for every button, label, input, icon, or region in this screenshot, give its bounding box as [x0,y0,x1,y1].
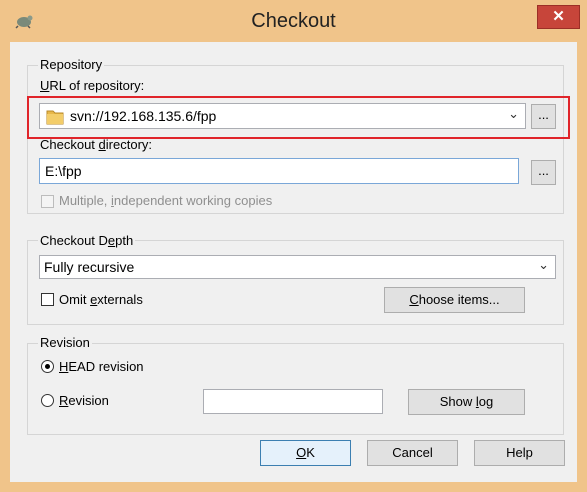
checkout-dir-label-pre: Checkout [40,137,99,152]
multiple-working-copies-checkbox[interactable] [41,195,54,208]
omit-label-pre: Omit [59,292,91,307]
depth-title-pre: Checkout D [40,233,108,248]
rev-label-post: evision [68,393,109,408]
omit-externals-checkbox[interactable] [41,293,54,306]
checkout-directory-value: E:\fpp [45,163,82,179]
head-label-post: EAD revision [68,359,144,374]
revision-group-title: Revision [38,335,92,350]
show-log-button[interactable]: Show log [408,389,525,415]
head-revision-radio[interactable] [41,360,54,373]
ok-button[interactable]: OK [260,440,351,466]
url-label: URL of repository: [40,78,144,93]
help-button[interactable]: Help [474,440,565,466]
checkout-dir-label-post: irectory: [105,137,153,152]
repository-group-title: Repository [38,57,105,72]
close-button[interactable]: ✕ [537,5,580,29]
ok-label-post: K [306,445,315,460]
depth-combobox[interactable]: Fully recursive ⌄ [39,255,556,279]
head-label-accel: H [59,359,69,374]
chevron-down-icon[interactable]: ⌄ [538,257,549,273]
close-icon: ✕ [552,8,565,25]
revision-label: Revision [59,393,109,408]
omit-label-post: xternals [97,292,143,307]
cancel-button[interactable]: Cancel [367,440,458,466]
url-label-rest: RL of repository: [49,78,145,93]
rev-label-accel: R [59,393,69,408]
showlog-label-post: og [478,394,494,409]
checkout-dir-label-accel: d [98,137,106,152]
multiple-label-pre: Multiple, [59,193,112,208]
checkout-directory-label: Checkout directory: [40,137,152,152]
revision-radio[interactable] [41,394,54,407]
multiple-label-post: ndependent working copies [113,193,273,208]
checkout-dialog: Checkout ✕ Repository URL of repository:… [0,0,587,492]
url-highlight-box [27,96,570,139]
omit-externals-label: Omit externals [59,292,143,307]
title-bar[interactable]: Checkout ✕ [0,0,587,42]
checkout-depth-title: Checkout Depth [38,233,136,248]
checkout-directory-browse-button[interactable]: ... [531,160,556,185]
window-title: Checkout [251,10,336,32]
choose-label-post: hoose items... [418,292,500,307]
ok-label-accel: O [296,445,307,460]
revision-input[interactable] [203,389,383,414]
choose-items-button[interactable]: Choose items... [384,287,525,313]
showlog-label-pre: Show [439,394,476,409]
depth-value: Fully recursive [44,259,135,275]
checkout-directory-input[interactable]: E:\fpp [39,158,519,184]
head-revision-label: HEAD revision [59,359,144,374]
depth-title-post: pth [115,233,134,248]
multiple-working-copies-label: Multiple, independent working copies [59,193,272,208]
radio-selected-dot [45,364,50,369]
choose-label-accel: C [409,292,419,307]
url-label-accel: U [40,78,50,93]
